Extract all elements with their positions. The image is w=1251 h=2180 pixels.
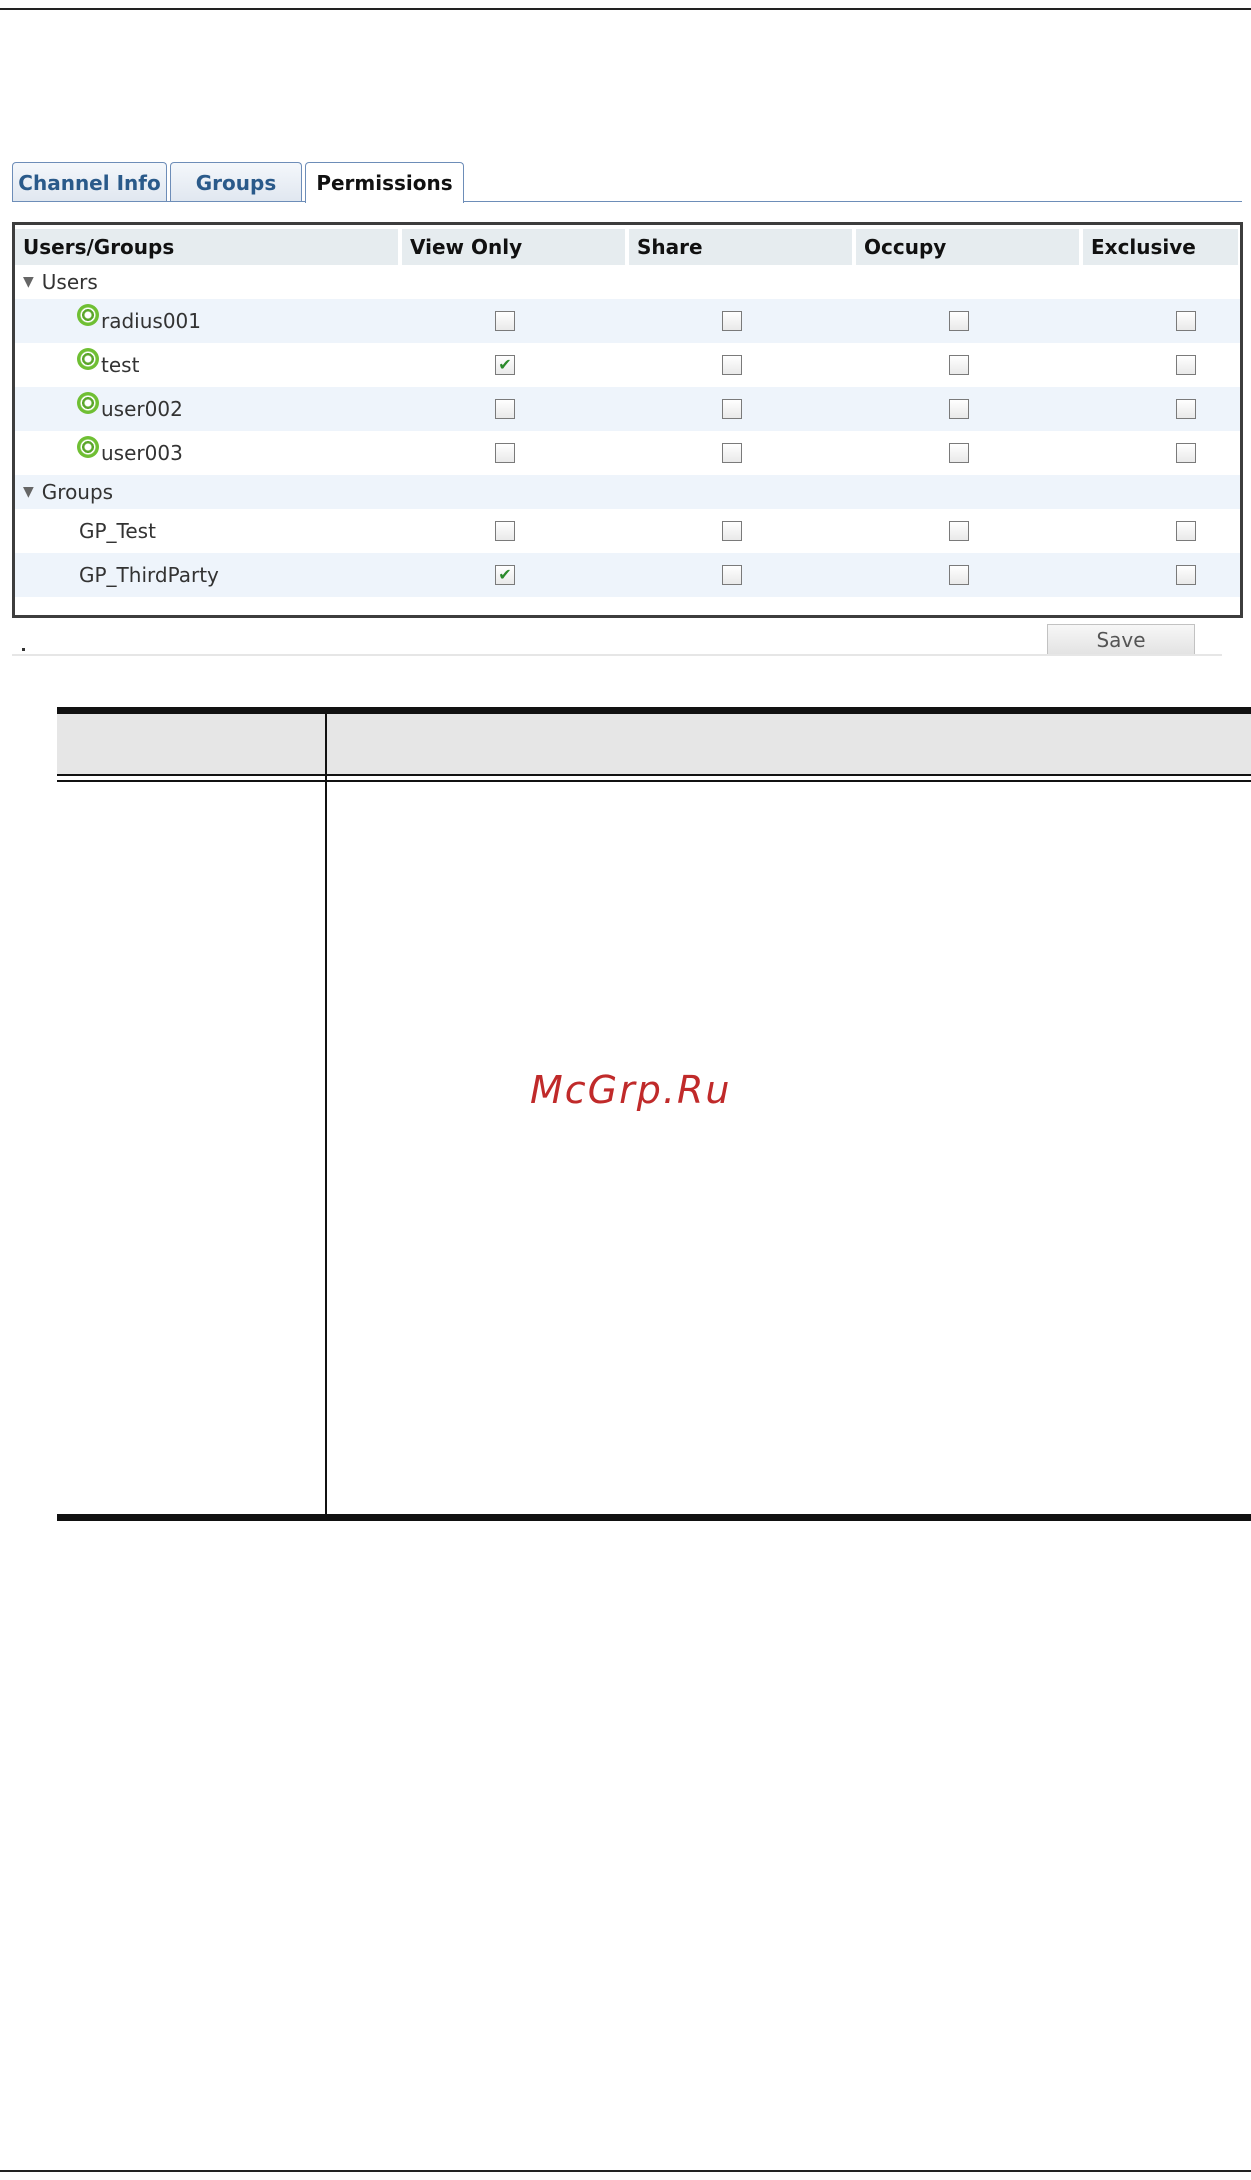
group-name-text: GP_ThirdParty <box>79 563 219 587</box>
save-button[interactable]: Save <box>1047 624 1195 654</box>
group-occupy-checkbox[interactable] <box>949 521 969 541</box>
groups-section-label: ▼ Groups <box>23 475 113 509</box>
groups-section-text: Groups <box>41 480 114 504</box>
user-name: user002 <box>77 387 183 431</box>
document-table <box>57 707 1251 1525</box>
header-view-only: View Only <box>402 229 625 265</box>
group-name-text: GP_Test <box>79 519 156 543</box>
triangle-down-icon: ▼ <box>23 484 34 500</box>
groups-section-row[interactable]: ▼ Groups <box>15 475 1240 509</box>
group-view-only-checkbox-checked[interactable]: ✔ <box>495 565 515 585</box>
group-exclusive-checkbox[interactable] <box>1176 565 1196 585</box>
watermark: McGrp.Ru <box>530 1068 732 1112</box>
save-bar: Save <box>12 624 1222 656</box>
doc-table-top-border <box>57 707 1251 714</box>
user-name-text: user003 <box>101 441 183 465</box>
page-bottom-rule <box>0 2170 1251 2172</box>
user-status-icon <box>77 304 99 326</box>
user-row: user002 <box>15 387 1240 431</box>
header-exclusive: Exclusive <box>1083 229 1238 265</box>
users-section-label: ▼ Users <box>23 265 98 299</box>
group-name: GP_ThirdParty <box>79 553 219 597</box>
doc-table-column-divider <box>325 714 327 1514</box>
group-row: GP_ThirdParty ✔ <box>15 553 1240 597</box>
user-exclusive-checkbox[interactable] <box>1176 399 1196 419</box>
doc-table-header-rule <box>57 774 1251 776</box>
user-occupy-checkbox[interactable] <box>949 311 969 331</box>
group-view-only-checkbox[interactable] <box>495 521 515 541</box>
user-status-icon <box>77 392 99 414</box>
group-row: GP_Test <box>15 509 1240 553</box>
user-name-text: radius001 <box>101 309 201 333</box>
user-occupy-checkbox[interactable] <box>949 355 969 375</box>
user-row: test ✔ <box>15 343 1240 387</box>
group-name: GP_Test <box>79 509 156 553</box>
users-section-text: Users <box>41 270 98 294</box>
user-view-only-checkbox[interactable] <box>495 443 515 463</box>
users-section-row[interactable]: ▼ Users <box>15 265 1240 299</box>
user-occupy-checkbox[interactable] <box>949 399 969 419</box>
user-name: user003 <box>77 431 183 475</box>
group-share-checkbox[interactable] <box>722 565 742 585</box>
tab-bar-divider <box>12 201 1242 202</box>
user-view-only-checkbox-checked[interactable]: ✔ <box>495 355 515 375</box>
user-row: radius001 <box>15 299 1240 343</box>
user-occupy-checkbox[interactable] <box>949 443 969 463</box>
user-share-checkbox[interactable] <box>722 311 742 331</box>
permissions-table: Users/Groups View Only Share Occupy Excl… <box>12 222 1243 618</box>
tab-groups[interactable]: Groups <box>170 162 302 202</box>
user-view-only-checkbox[interactable] <box>495 311 515 331</box>
user-exclusive-checkbox[interactable] <box>1176 355 1196 375</box>
tab-permissions[interactable]: Permissions <box>305 162 464 203</box>
user-status-icon <box>77 348 99 370</box>
doc-table-bottom-border <box>57 1514 1251 1521</box>
doc-table-header-rule-2 <box>57 780 1251 782</box>
group-share-checkbox[interactable] <box>722 521 742 541</box>
header-users-groups: Users/Groups <box>15 229 398 265</box>
group-occupy-checkbox[interactable] <box>949 565 969 585</box>
header-occupy: Occupy <box>856 229 1079 265</box>
user-name-text: user002 <box>101 397 183 421</box>
triangle-down-icon: ▼ <box>23 274 34 290</box>
user-name-text: test <box>101 353 140 377</box>
tab-channel-info[interactable]: Channel Info <box>12 162 167 202</box>
group-exclusive-checkbox[interactable] <box>1176 521 1196 541</box>
user-exclusive-checkbox[interactable] <box>1176 311 1196 331</box>
save-bar-line <box>12 654 1222 656</box>
user-share-checkbox[interactable] <box>722 399 742 419</box>
page-top-rule <box>0 8 1251 10</box>
doc-table-header <box>57 714 1251 774</box>
user-name: test <box>77 343 139 387</box>
user-share-checkbox[interactable] <box>722 443 742 463</box>
user-name: radius001 <box>77 299 201 343</box>
user-share-checkbox[interactable] <box>722 355 742 375</box>
user-row: user003 <box>15 431 1240 475</box>
user-view-only-checkbox[interactable] <box>495 399 515 419</box>
dot-mark <box>22 648 25 651</box>
header-share: Share <box>629 229 852 265</box>
user-status-icon <box>77 436 99 458</box>
user-exclusive-checkbox[interactable] <box>1176 443 1196 463</box>
